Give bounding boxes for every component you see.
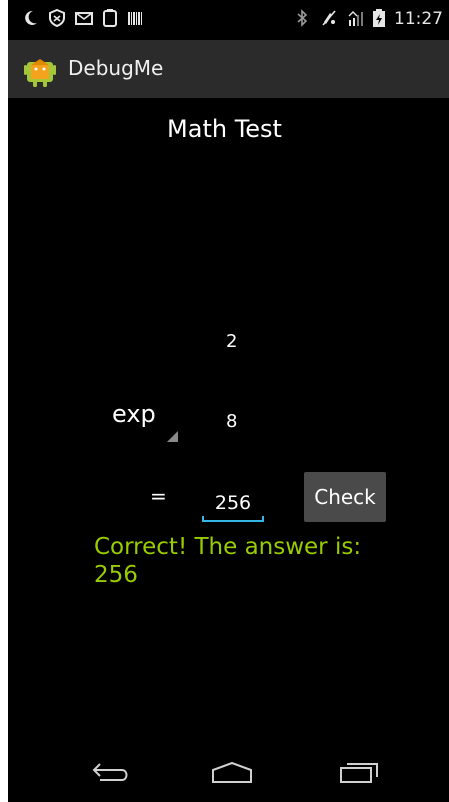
action-bar: DebugMe [8,40,449,98]
answer-underline [202,516,264,522]
operator-spinner[interactable]: exp [112,400,178,442]
back-icon [92,763,128,781]
page-title-text: Math Test [167,115,282,143]
recents-icon [340,763,378,783]
status-bar: 11:27 [8,0,449,38]
operator-label: exp [112,400,156,428]
status-time: 11:27 [394,9,443,29]
battery-icon [373,9,385,27]
operand-1: 2 [226,331,238,352]
android-icon [24,59,56,87]
app-title: DebugMe [68,56,164,80]
result-line-2: 256 [94,562,138,588]
navigation-bar [8,744,449,802]
answer-input[interactable] [202,492,264,514]
bluetooth-icon [297,9,308,27]
mail-icon [75,12,93,25]
device-screen: 11:27 DebugMe Math Test 2 exp 8 = Check … [8,0,449,802]
equals-sign: = [150,484,167,508]
spinner-arrow-icon [167,431,178,442]
moon-icon [25,10,37,25]
mute-icon [322,10,336,26]
back-button[interactable] [78,752,138,792]
operand-2: 8 [226,411,238,432]
signal-icon [348,11,363,26]
shield-icon [49,8,65,28]
answer-field[interactable] [202,486,264,522]
result-message: Correct! The answer is: 256 [94,533,414,589]
page-title: Math Test [8,115,449,143]
phone-icon [103,9,117,27]
home-button[interactable] [202,752,262,792]
barcode-icon [128,12,142,25]
recents-button[interactable] [328,752,388,792]
result-line-1: Correct! The answer is: [94,534,362,560]
check-button[interactable]: Check [304,472,386,522]
home-icon [212,761,252,783]
